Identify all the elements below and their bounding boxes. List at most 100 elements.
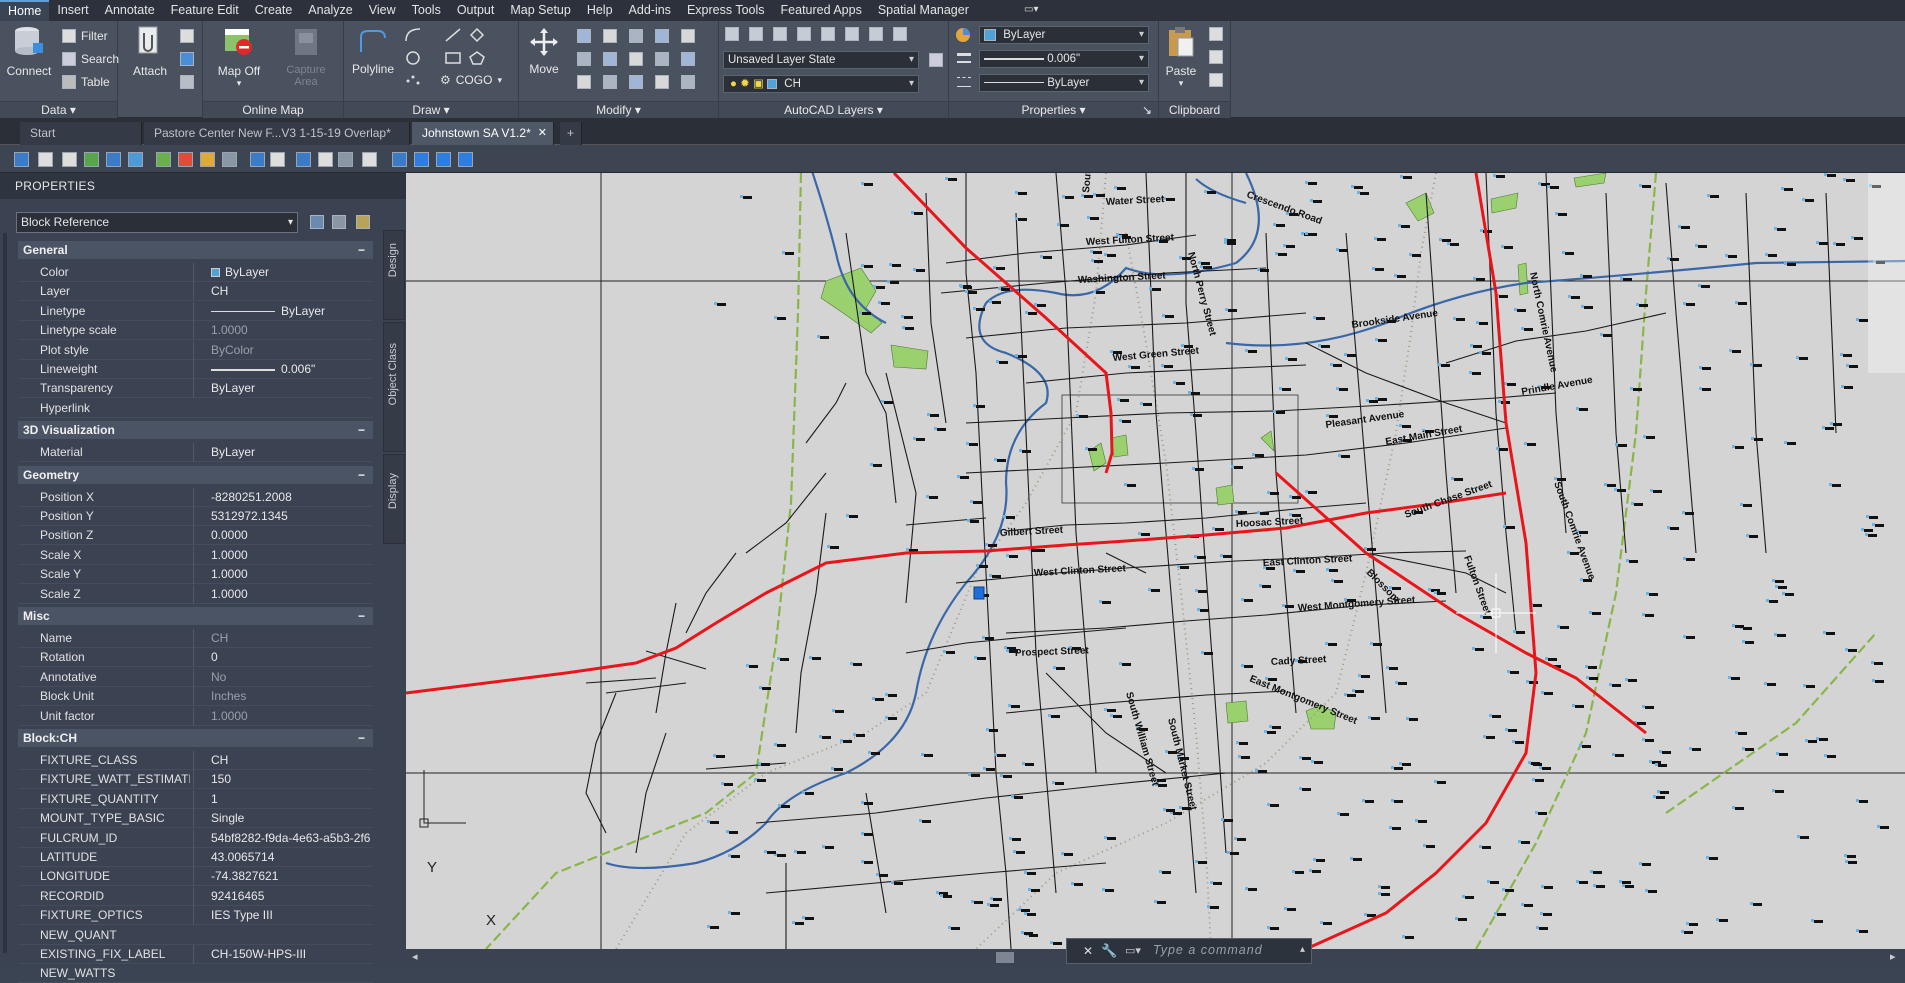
ribbon-tab-home[interactable]: Home: [0, 0, 50, 21]
layer-tool-icon[interactable]: [749, 27, 763, 41]
property-value[interactable]: 1: [193, 789, 371, 809]
scroll-left-icon[interactable]: ◂: [412, 950, 418, 963]
scale-icon[interactable]: [603, 52, 617, 66]
side-tab-design[interactable]: Design: [383, 230, 405, 320]
property-value[interactable]: IES Type III: [193, 906, 371, 926]
property-row[interactable]: Material ByLayer: [18, 443, 373, 463]
property-row[interactable]: Annotative No: [18, 667, 373, 687]
property-value[interactable]: 43.0065714: [193, 848, 371, 867]
paste-button[interactable]: Paste ▾: [1161, 25, 1201, 89]
explode-icon[interactable]: [655, 52, 669, 66]
layer-tool-icon[interactable]: [725, 27, 739, 41]
map-tool-icon[interactable]: [458, 152, 473, 167]
property-row[interactable]: EXISTING_FIX_LABEL CH-150W-HPS-III: [18, 945, 373, 964]
mirror-icon[interactable]: [655, 29, 669, 43]
property-row[interactable]: FIXTURE_QUANTITY 1: [18, 789, 373, 809]
property-row[interactable]: Position Y 5312972.1345: [18, 507, 373, 526]
map-tool-icon[interactable]: [62, 152, 77, 167]
color-dropdown[interactable]: ByLayer: [979, 26, 1149, 44]
property-row[interactable]: Hyperlink: [18, 399, 373, 418]
collapse-icon[interactable]: −: [358, 241, 365, 259]
property-value[interactable]: 0.006": [193, 360, 371, 379]
object-type-dropdown[interactable]: Block Reference: [16, 212, 298, 233]
panel-data-title[interactable]: Data ▾: [0, 101, 117, 118]
property-value[interactable]: ByLayer: [193, 443, 371, 463]
property-row[interactable]: RECORDID 92416465: [18, 886, 373, 906]
property-value[interactable]: CH: [193, 282, 371, 302]
erase-icon[interactable]: [577, 75, 591, 89]
break-icon[interactable]: [603, 75, 617, 89]
property-row[interactable]: LONGITUDE -74.3827621: [18, 867, 373, 887]
close-tab-icon[interactable]: ✕: [538, 122, 547, 145]
quick-select-icon[interactable]: [356, 215, 370, 229]
stretch-icon[interactable]: [577, 52, 591, 66]
panel-draw-title[interactable]: Draw ▾: [344, 101, 518, 118]
arc-icon[interactable]: [404, 27, 422, 43]
layer-tool-icon[interactable]: [893, 27, 907, 41]
panel-modify-title[interactable]: Modify ▾: [519, 101, 718, 118]
property-row[interactable]: Linetype scale 1.0000: [18, 321, 373, 341]
property-value[interactable]: ByColor: [193, 340, 371, 360]
palette-grip[interactable]: [3, 233, 7, 953]
attach-button[interactable]: Attach: [130, 25, 170, 78]
polygon-icon[interactable]: [468, 50, 486, 66]
command-input[interactable]: Type a command: [1153, 943, 1263, 957]
map-tool-icon[interactable]: [178, 152, 193, 167]
map-tool-icon[interactable]: [200, 152, 215, 167]
cut-icon[interactable]: [1209, 27, 1223, 41]
export-icon[interactable]: [180, 52, 194, 66]
cogo-button[interactable]: ⚙ COGO ▾: [440, 73, 502, 87]
property-row[interactable]: Block Unit Inches: [18, 687, 373, 707]
side-tab-object-class[interactable]: Object Class: [383, 322, 405, 452]
copy-clip-icon[interactable]: [1209, 73, 1223, 87]
scroll-right-icon[interactable]: ▸: [1890, 950, 1896, 963]
ribbon-tab-help[interactable]: Help: [579, 0, 621, 21]
map-tool-icon[interactable]: [414, 152, 429, 167]
command-history-icon[interactable]: ▴: [1300, 944, 1305, 955]
property-row[interactable]: Scale X 1.0000: [18, 545, 373, 565]
ribbon-tab-express-tools[interactable]: Express Tools: [679, 0, 773, 21]
property-row[interactable]: Transparency ByLayer: [18, 379, 373, 399]
property-value[interactable]: CH: [193, 751, 371, 770]
filter-button[interactable]: Filter: [62, 29, 108, 43]
linetype-dropdown[interactable]: ByLayer: [979, 74, 1149, 92]
map-tool-icon[interactable]: [318, 152, 333, 167]
property-value[interactable]: ByLayer: [193, 379, 371, 399]
connect-button[interactable]: Connect: [4, 25, 54, 78]
ribbon-tab-output[interactable]: Output: [449, 0, 503, 21]
layer-tool-icon[interactable]: [797, 27, 811, 41]
property-value[interactable]: ByLayer: [193, 301, 371, 321]
toggle-pickadd-icon[interactable]: [310, 215, 324, 229]
property-row[interactable]: MOUNT_TYPE_BASIC Single: [18, 809, 373, 829]
property-row[interactable]: NEW_QUANT: [18, 926, 373, 945]
match-properties-icon[interactable]: [955, 27, 971, 43]
property-value[interactable]: 0: [193, 648, 371, 668]
map-tool-icon[interactable]: [338, 152, 353, 167]
collapse-icon[interactable]: −: [358, 729, 365, 747]
command-close-icon[interactable]: ✕: [1083, 944, 1093, 958]
side-tab-display[interactable]: Display: [383, 454, 405, 544]
property-row[interactable]: Position Z 0.0000: [18, 526, 373, 546]
points-icon[interactable]: [404, 73, 422, 89]
command-customize-icon[interactable]: 🔧: [1101, 943, 1117, 959]
map-tool-icon[interactable]: [84, 152, 99, 167]
section-geometry[interactable]: Geometry −: [18, 465, 373, 484]
tab-pastore-center[interactable]: Pastore Center New F...V3 1-15-19 Overla…: [144, 122, 410, 145]
property-value[interactable]: 5312972.1345: [193, 507, 371, 526]
property-value[interactable]: -8280251.2008: [193, 487, 371, 507]
copy-icon[interactable]: [1209, 50, 1223, 64]
property-row[interactable]: NEW_WATTS: [18, 964, 373, 983]
property-value[interactable]: 1.0000: [193, 584, 371, 604]
trim-icon[interactable]: [603, 29, 617, 43]
property-row[interactable]: FULCRUM_ID 54bf8282-f9da-4e63-a5b3-2f6...: [18, 828, 373, 848]
lineweight-dropdown[interactable]: 0.006": [979, 50, 1149, 68]
polyline-button[interactable]: Polyline: [350, 27, 396, 76]
map-tool-icon[interactable]: [14, 152, 29, 167]
property-value[interactable]: 54bf8282-f9da-4e63-a5b3-2f6...: [193, 828, 371, 848]
line-icon[interactable]: [444, 27, 462, 43]
property-value[interactable]: -74.3827621: [193, 867, 371, 887]
ribbon-tab-map-setup[interactable]: Map Setup: [502, 0, 578, 21]
current-layer-dropdown[interactable]: ● ✹ ▣ CH: [723, 75, 919, 93]
edit-icon[interactable]: [655, 75, 669, 89]
property-value[interactable]: Single: [193, 809, 371, 829]
